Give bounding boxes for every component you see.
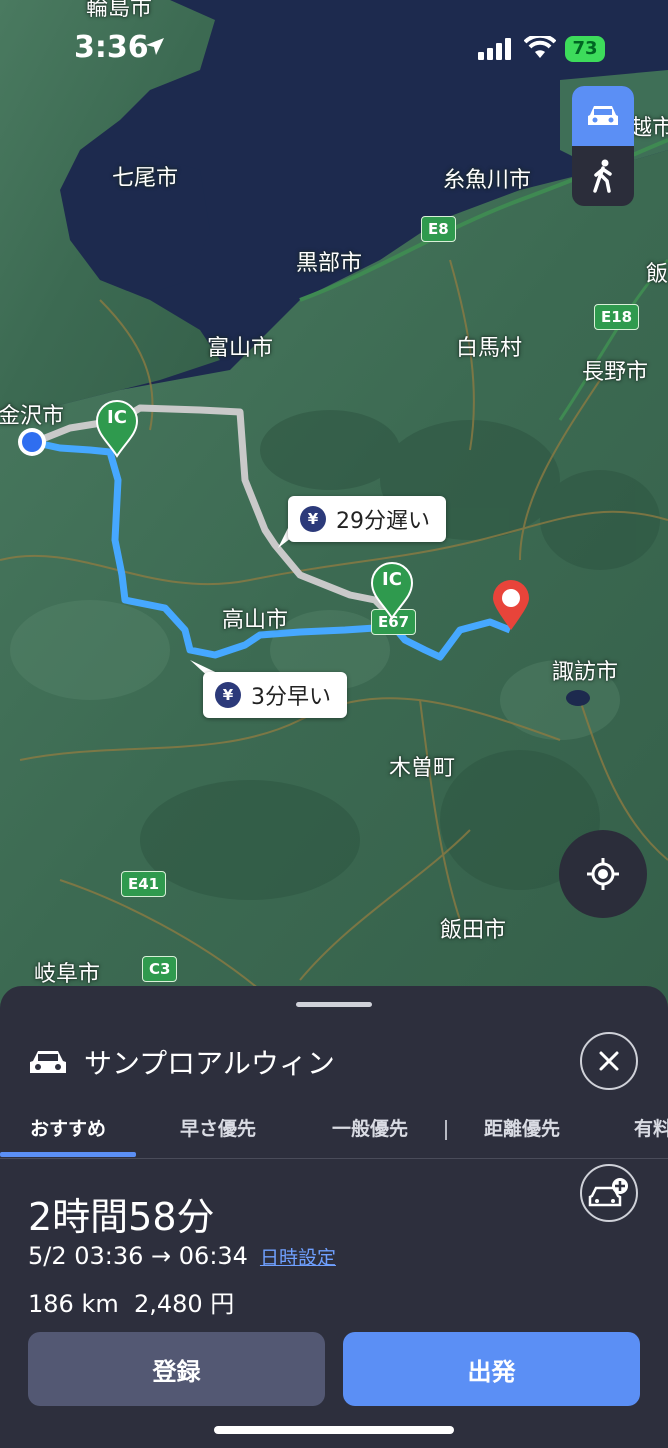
yen-icon: ¥ — [300, 506, 326, 532]
status-time: 3:36 — [74, 30, 149, 65]
ic-marker[interactable]: IC — [94, 398, 140, 458]
tab-fastest[interactable]: 早さ優先 — [180, 1114, 256, 1141]
active-tab-indicator — [0, 1152, 136, 1157]
date-time-setting-link[interactable]: 日時設定 — [260, 1247, 336, 1269]
home-indicator — [214, 1426, 454, 1434]
map-label-kanazawa: 金沢市 — [0, 404, 65, 429]
car-add-icon — [588, 1178, 628, 1207]
map-label-kiso: 木曽町 — [389, 756, 456, 781]
map-label-ii: 飯 — [646, 262, 668, 287]
route-duration: 2時間58分 — [28, 1195, 215, 1239]
tab-local-roads[interactable]: 一般優先 — [332, 1114, 408, 1141]
wifi-icon — [524, 36, 556, 58]
map-label-takayama: 高山市 — [222, 608, 289, 633]
tab-toll[interactable]: 有料 — [634, 1114, 668, 1141]
map-label-kurobe: 黒部市 — [296, 251, 363, 276]
map-label-nanao: 七尾市 — [112, 166, 179, 191]
road-shield-c3: C3 — [142, 956, 178, 982]
car-icon — [588, 106, 618, 125]
map-label-suwa: 諏訪市 — [552, 660, 619, 685]
ic-marker-label: IC — [107, 407, 127, 428]
current-location-button[interactable] — [559, 830, 647, 918]
road-shield-e18: E18 — [594, 304, 640, 330]
map-label-nagano: 長野市 — [582, 360, 649, 385]
route-bottom-sheet: サンプロアルウィン おすすめ 早さ優先 一般優先 距離優先 有料 2時間58分 … — [0, 986, 668, 1448]
tab-shortest[interactable]: 距離優先 — [484, 1114, 560, 1141]
road-shield-e41: E41 — [121, 871, 167, 897]
map-label-gifu: 岐阜市 — [34, 962, 101, 987]
map-label-itoigawa: 糸魚川市 — [443, 168, 532, 193]
departure-arrival-row: 5/2 03:36 → 06:34 日時設定 — [28, 1242, 336, 1270]
map-label-toyama: 富山市 — [207, 336, 274, 361]
location-arrow-icon — [146, 38, 164, 55]
add-vehicle-button[interactable] — [580, 1164, 638, 1222]
time-range: 5/2 03:36 → 06:34 — [28, 1242, 248, 1270]
transport-mode-switch — [572, 86, 634, 206]
alt-route-callout[interactable]: ¥ 29分遅い — [288, 496, 446, 542]
tabs-divider — [0, 1158, 668, 1159]
close-icon — [599, 1051, 619, 1071]
ic-marker-label: IC — [382, 569, 402, 590]
tab-recommended[interactable]: おすすめ — [30, 1114, 106, 1141]
road-shield-e8: E8 — [421, 216, 456, 242]
map-label-etsu: 越市 — [630, 116, 668, 141]
walk-mode-button[interactable] — [572, 146, 634, 206]
map-label-hakuba: 白馬村 — [456, 336, 523, 361]
car-icon — [30, 1051, 66, 1073]
map-label-iida: 飯田市 — [440, 918, 507, 943]
crosshair-icon — [587, 858, 619, 890]
walking-person-icon — [593, 159, 612, 193]
sheet-grabber[interactable] — [296, 1002, 372, 1007]
signal-icon — [478, 38, 511, 60]
fast-route-time-diff: 3分早い — [251, 685, 331, 710]
register-button[interactable]: 登録 — [28, 1332, 325, 1406]
tab-divider — [445, 1120, 447, 1140]
alt-route-time-diff: 29分遅い — [336, 509, 430, 534]
ic-marker[interactable]: IC — [369, 560, 415, 620]
fast-route-callout[interactable]: ¥ 3分早い — [203, 672, 347, 718]
battery-indicator: 73 — [565, 36, 605, 62]
destination-row: サンプロアルウィン — [28, 1042, 335, 1082]
destination-name: サンプロアルウィン — [84, 1047, 335, 1080]
status-bar: 3:36 73 — [0, 0, 668, 100]
distance-fare: 186 km 2,480 円 — [28, 1290, 235, 1318]
yen-icon: ¥ — [215, 682, 241, 708]
close-button[interactable] — [580, 1032, 638, 1090]
car-mode-button[interactable] — [572, 86, 634, 146]
start-button[interactable]: 出発 — [343, 1332, 640, 1406]
